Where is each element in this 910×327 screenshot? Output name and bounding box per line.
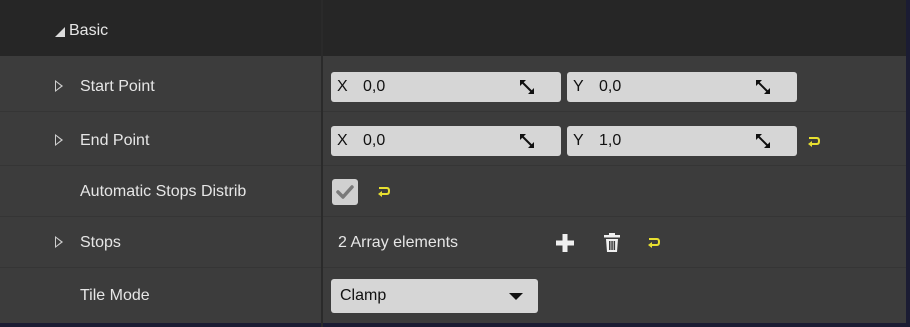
checkmark-icon	[336, 185, 354, 199]
collapse-triangle-icon	[55, 27, 65, 37]
axis-label-y: Y	[573, 132, 584, 149]
drag-arrows-icon[interactable]	[755, 133, 771, 149]
axis-label-x: X	[337, 132, 348, 149]
expander-triangle-icon[interactable]	[55, 80, 63, 92]
start-point-x-value: 0,0	[363, 78, 386, 95]
reset-to-default-icon[interactable]	[647, 237, 661, 249]
property-label-automatic-stops: Automatic Stops Distrib	[80, 183, 247, 200]
property-row-start-point: Start Point X 0,0 Y 0,0	[0, 62, 906, 112]
column-divider[interactable]	[321, 0, 323, 327]
start-point-x-field[interactable]: X 0,0	[331, 72, 561, 102]
row-divider	[0, 267, 906, 268]
axis-label-x: X	[337, 78, 348, 95]
property-row-automatic-stops: Automatic Stops Distrib	[0, 167, 906, 217]
end-point-y-field[interactable]: Y 1,0	[567, 126, 797, 156]
category-label: Basic	[69, 22, 109, 39]
category-header-basic[interactable]: Basic	[0, 0, 906, 56]
trash-icon[interactable]	[603, 233, 621, 253]
reset-to-default-icon[interactable]	[807, 136, 821, 148]
details-panel: Basic Start Point X 0,0 Y 0,0 End Point	[0, 0, 910, 327]
start-point-y-field[interactable]: Y 0,0	[567, 72, 797, 102]
row-divider	[0, 165, 906, 166]
chevron-down-icon	[509, 293, 523, 300]
array-elements-count: 2 Array elements	[338, 234, 459, 251]
row-divider	[0, 216, 906, 217]
row-divider	[0, 111, 906, 112]
tile-mode-selected: Clamp	[340, 287, 387, 304]
end-point-y-value: 1,0	[599, 132, 622, 149]
end-point-x-field[interactable]: X 0,0	[331, 126, 561, 156]
start-point-y-value: 0,0	[599, 78, 622, 95]
property-label-end-point: End Point	[80, 132, 150, 149]
property-row-end-point: End Point X 0,0 Y 1,0	[0, 116, 906, 166]
drag-arrows-icon[interactable]	[519, 133, 535, 149]
expander-triangle-icon[interactable]	[55, 134, 63, 146]
drag-arrows-icon[interactable]	[519, 79, 535, 95]
tile-mode-dropdown[interactable]: Clamp	[331, 279, 538, 313]
end-point-x-value: 0,0	[363, 132, 386, 149]
drag-arrows-icon[interactable]	[755, 79, 771, 95]
axis-label-y: Y	[573, 78, 584, 95]
automatic-stops-checkbox[interactable]	[332, 179, 358, 205]
add-plus-icon[interactable]	[556, 234, 574, 252]
category-toggle[interactable]: Basic	[55, 0, 108, 62]
reset-to-default-icon[interactable]	[377, 186, 391, 198]
expander-triangle-icon[interactable]	[55, 236, 63, 248]
property-label-stops: Stops	[80, 234, 121, 251]
property-label-tile-mode: Tile Mode	[80, 287, 150, 304]
property-row-stops: Stops 2 Array elements	[0, 218, 906, 268]
property-label-start-point: Start Point	[80, 78, 155, 95]
